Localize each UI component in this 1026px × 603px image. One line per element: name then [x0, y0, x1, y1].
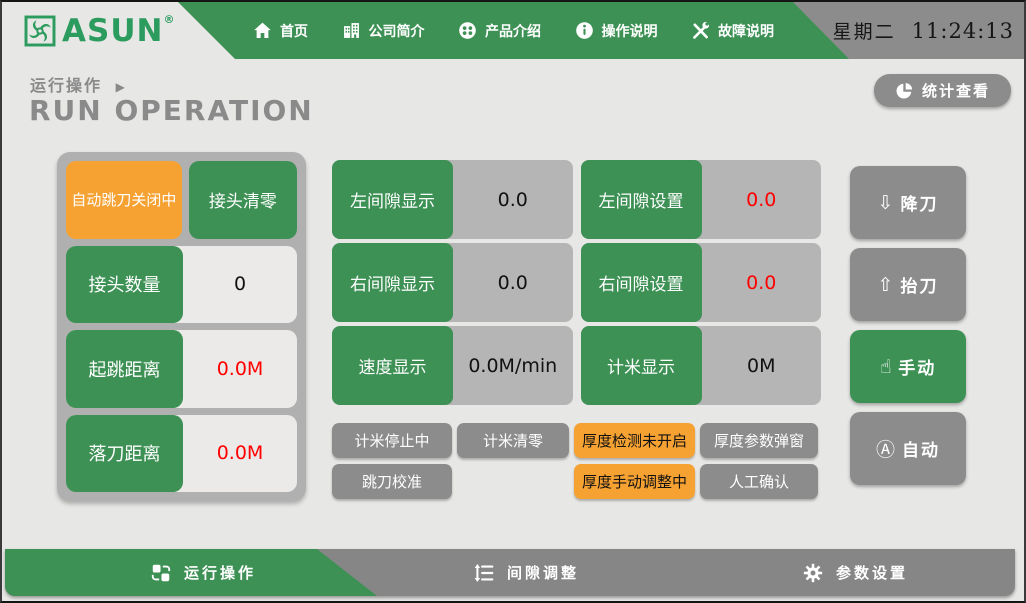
speed-display: 速度显示 0.0M/min	[332, 326, 573, 405]
left-gap-display-label: 左间隙显示	[332, 160, 453, 239]
stats-view-button[interactable]: 统计查看	[874, 74, 1011, 107]
function-button-grid: 计米停止中 计米清零 厚度检测未开启 厚度参数弹窗 跳刀校准 厚度手动调整中 人…	[332, 423, 818, 499]
speed-display-value: 0.0M/min	[453, 326, 573, 405]
asun-logo: ASUN ®	[24, 15, 174, 47]
knife-drop-distance-value[interactable]: 0.0M	[183, 415, 297, 493]
raise-knife-label: 抬刀	[900, 272, 938, 297]
bottom-tab-label: 运行操作	[184, 562, 256, 583]
logo-registered-mark: ®	[163, 13, 174, 26]
jump-knife-calibrate-button[interactable]: 跳刀校准	[332, 464, 452, 499]
meter-count-display-value: 0M	[702, 326, 822, 405]
knife-control-panel: ⇩ 降刀 ⇧ 抬刀 ☝ 手动 Ⓐ 自动	[850, 166, 966, 485]
datetime-area: 星期二 11:24:13	[793, 2, 1024, 59]
knife-drop-distance-row: 落刀距离 0.0M	[66, 415, 297, 493]
right-gap-setting: 右间隙设置 0.0	[581, 243, 822, 322]
raise-knife-button[interactable]: ⇧ 抬刀	[850, 248, 966, 321]
auto-mode-label: 自动	[902, 436, 940, 461]
grid-spacer	[457, 464, 569, 499]
building-icon	[341, 20, 362, 41]
home-icon	[252, 20, 273, 41]
auto-mode-button[interactable]: Ⓐ 自动	[850, 412, 966, 485]
thickness-detect-off-button[interactable]: 厚度检测未开启	[574, 423, 695, 458]
product-icon	[457, 20, 478, 41]
nav-label: 操作说明	[602, 21, 658, 41]
left-gap-display-value: 0.0	[453, 160, 573, 239]
clock-time: 11:24:13	[912, 19, 1014, 43]
bottom-tab-param-settings[interactable]: 参数设置	[802, 549, 908, 596]
meter-reset-button[interactable]: 计米清零	[457, 423, 569, 458]
hmi-screen: 首页 公司简介 产品介绍 操作说明 故障说明 ASUN	[0, 0, 1026, 603]
joint-clear-button[interactable]: 接头清零	[189, 161, 297, 239]
joint-count-value: 0	[183, 246, 297, 324]
right-gap-setting-value[interactable]: 0.0	[702, 243, 822, 322]
thickness-manual-adjust-button[interactable]: 厚度手动调整中	[574, 464, 695, 499]
jump-start-distance-label: 起跳距离	[66, 330, 183, 408]
panel-row: 自动跳刀关闭中 接头清零	[66, 161, 297, 239]
bottom-nav-bar: 运行操作 间隙调整 参数设置	[5, 549, 1015, 596]
auto-circle-icon: Ⓐ	[876, 435, 895, 462]
nav-label: 公司简介	[369, 21, 425, 41]
lower-knife-label: 降刀	[900, 190, 938, 215]
knife-drop-distance-label: 落刀距离	[66, 415, 183, 493]
breadcrumb-arrow-icon: ▶	[116, 80, 127, 94]
bottom-tab-label: 间隙调整	[507, 562, 579, 583]
left-gap-setting-value[interactable]: 0.0	[702, 160, 822, 239]
main-nav: 首页 公司简介 产品介绍 操作说明 故障说明	[240, 2, 786, 59]
hand-touch-icon: ☝	[880, 356, 892, 378]
nav-label: 首页	[280, 21, 308, 41]
manual-mode-button[interactable]: ☝ 手动	[850, 330, 966, 403]
nav-item-company[interactable]: 公司简介	[341, 20, 425, 41]
joint-count-row: 接头数量 0	[66, 246, 297, 324]
breadcrumb: 运行操作 ▶	[30, 72, 127, 96]
meter-stopped-button[interactable]: 计米停止中	[332, 423, 452, 458]
gear-icon	[802, 562, 824, 584]
jump-start-distance-value[interactable]: 0.0M	[183, 330, 297, 408]
nav-item-fault-help[interactable]: 故障说明	[690, 20, 774, 41]
manual-mode-label: 手动	[898, 354, 936, 379]
right-gap-setting-label: 右间隙设置	[581, 243, 702, 322]
info-icon	[574, 20, 595, 41]
logo-area: ASUN ®	[2, 2, 242, 59]
breadcrumb-label: 运行操作	[30, 76, 102, 95]
nav-label: 产品介绍	[485, 21, 541, 41]
nav-item-operation-help[interactable]: 操作说明	[574, 20, 658, 41]
run-operation-icon	[150, 562, 172, 584]
meter-count-display-label: 计米显示	[581, 326, 702, 405]
bottom-tab-label: 参数设置	[836, 562, 908, 583]
right-gap-display: 右间隙显示 0.0	[332, 243, 573, 322]
auto-jump-status-button[interactable]: 自动跳刀关闭中	[66, 161, 182, 239]
stats-view-label: 统计查看	[922, 80, 990, 101]
right-gap-display-label: 右间隙显示	[332, 243, 453, 322]
logo-text: ASUN	[62, 15, 163, 47]
bottom-tab-run-operation[interactable]: 运行操作	[150, 549, 256, 596]
arrow-up-icon: ⇧	[878, 274, 894, 296]
asun-logo-icon	[24, 15, 56, 47]
pie-chart-icon	[895, 81, 914, 100]
left-gap-setting: 左间隙设置 0.0	[581, 160, 822, 239]
page-title: RUN OPERATION	[29, 94, 314, 127]
speed-display-label: 速度显示	[332, 326, 453, 405]
meter-count-display: 计米显示 0M	[581, 326, 822, 405]
tools-icon	[690, 20, 711, 41]
bottom-tab-gap-adjust[interactable]: 间隙调整	[473, 549, 579, 596]
nav-item-products[interactable]: 产品介绍	[457, 20, 541, 41]
manual-confirm-button[interactable]: 人工确认	[700, 464, 818, 499]
thickness-param-popup-button[interactable]: 厚度参数弹窗	[700, 423, 818, 458]
right-gap-display-value: 0.0	[453, 243, 573, 322]
nav-item-home[interactable]: 首页	[252, 20, 308, 41]
joint-count-label: 接头数量	[66, 246, 183, 324]
left-gap-display: 左间隙显示 0.0	[332, 160, 573, 239]
gap-adjust-icon	[473, 562, 495, 584]
lower-knife-button[interactable]: ⇩ 降刀	[850, 166, 966, 239]
weekday-label: 星期二	[833, 17, 896, 44]
jump-knife-panel: 自动跳刀关闭中 接头清零 接头数量 0 起跳距离 0.0M 落刀距离 0.0M	[57, 152, 306, 501]
jump-start-distance-row: 起跳距离 0.0M	[66, 330, 297, 408]
left-gap-setting-label: 左间隙设置	[581, 160, 702, 239]
header-bar: 首页 公司简介 产品介绍 操作说明 故障说明 ASUN	[2, 2, 1024, 59]
gap-display-grid: 左间隙显示 0.0 左间隙设置 0.0 右间隙显示 0.0 右间隙设置 0.0 …	[332, 160, 821, 405]
arrow-down-icon: ⇩	[878, 192, 894, 214]
nav-label: 故障说明	[718, 21, 774, 41]
